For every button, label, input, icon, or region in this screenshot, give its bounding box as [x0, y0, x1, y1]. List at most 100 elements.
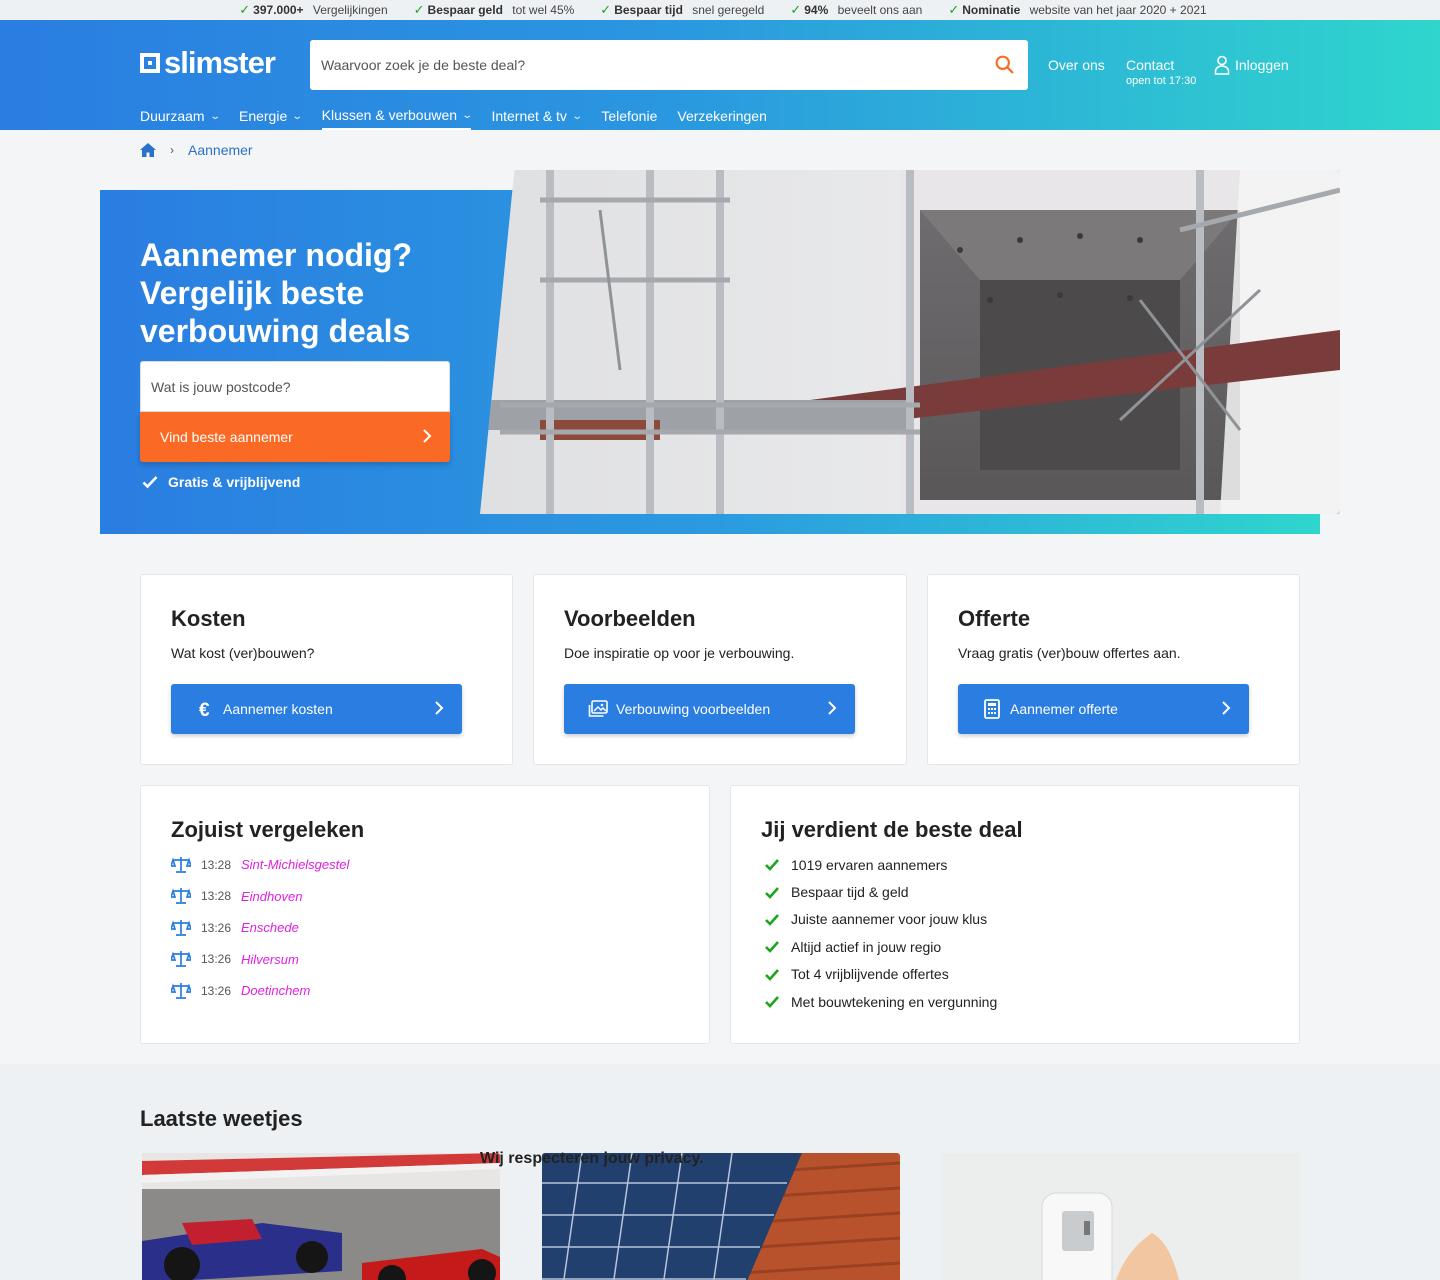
article-thumb-thermostat[interactable] [942, 1153, 1300, 1280]
card-title: Zojuist vergeleken [171, 817, 365, 842]
nav-label: Duurzaam [140, 108, 205, 124]
logo-icon [140, 53, 160, 73]
usp-bold: 397.000+ [253, 3, 304, 17]
usp-item: ✓ Bespaar geld tot wel 45% [414, 0, 575, 20]
usp-text: snel geregeld [692, 3, 765, 17]
scale-icon [171, 919, 191, 936]
list-item: Altijd actief in jouw regio [765, 933, 997, 960]
recent-comparisons-card: Zojuist vergeleken 13:28 Sint-Michielsge… [140, 785, 710, 1044]
logo-text: slimster [164, 45, 276, 80]
compare-city: Doetinchem [241, 983, 311, 999]
card-text: Wat kost (ver)bouwen? [171, 645, 315, 661]
nav-label: Verzekeringen [677, 108, 767, 124]
list-item: 13:28 Sint-Michielsgestel [171, 849, 349, 881]
button-label: Verbouwing voorbeelden [616, 701, 771, 717]
list-item: Tot 4 vrijblijvende offertes [765, 961, 997, 988]
check-icon: ✓ [790, 2, 802, 17]
benefit-list: 1019 ervaren aannemers Bespaar tijd & ge… [765, 851, 997, 1015]
search-icon[interactable] [994, 54, 1015, 75]
nav-energie[interactable]: Energie ⌄ [239, 98, 303, 130]
euro-icon: € [199, 700, 210, 719]
usp-bold: Nominatie [962, 3, 1021, 17]
nav-label: Internet & tv [491, 108, 567, 124]
cta-label: Vind beste aannemer [160, 429, 293, 445]
over-ons-link[interactable]: Over ons [1048, 57, 1105, 73]
best-deal-card: Jij verdient de beste deal 1019 ervaren … [730, 785, 1300, 1044]
site-header: slimster Over ons Contact open tot 17:30… [0, 20, 1440, 130]
check-icon [765, 941, 779, 954]
usp-text: beveelt ons aan [837, 3, 923, 17]
chevron-right-icon [435, 701, 444, 715]
postcode-input[interactable] [141, 362, 449, 411]
thermostat-image [942, 1153, 1300, 1280]
benefit-text: Bespaar tijd & geld [791, 884, 909, 901]
user-icon [1214, 55, 1230, 75]
chevron-down-icon: ⌄ [208, 110, 221, 122]
usp-bold: 94% [804, 3, 829, 17]
scale-icon [171, 982, 191, 999]
article-thumb-racing[interactable] [142, 1153, 500, 1280]
nav-internet[interactable]: Internet & tv ⌄ [491, 98, 584, 130]
check-icon [765, 859, 779, 872]
usp-bold: Bespaar geld [427, 3, 503, 17]
card-kosten: Kosten Wat kost (ver)bouwen? € Aannemer … [140, 574, 513, 765]
recent-list: 13:28 Sint-Michielsgestel 13:28 Eindhove… [171, 849, 349, 1007]
list-item: 1019 ervaren aannemers [765, 851, 997, 878]
usp-item: ✓ 397.000+ Vergelijkingen [239, 0, 387, 20]
quote-button[interactable]: Aannemer offerte [958, 684, 1249, 734]
list-item: 13:28 Eindhoven [171, 881, 349, 913]
find-contractor-button[interactable]: Vind beste aannemer [140, 412, 450, 462]
nav-duurzaam[interactable]: Duurzaam ⌄ [140, 98, 221, 130]
card-offerte: Offerte Vraag gratis (ver)bouw offertes … [927, 574, 1300, 765]
card-title: Jij verdient de beste deal [761, 817, 1023, 842]
card-text: Vraag gratis (ver)bouw offertes aan. [958, 645, 1181, 661]
main-nav: Duurzaam ⌄ Energie ⌄ Klussen & verbouwen ⌄ … [140, 98, 767, 130]
nav-klussen[interactable]: Klussen & verbouwen ⌄ [321, 98, 473, 130]
button-label: Aannemer kosten [223, 701, 333, 717]
nav-verzekeringen[interactable]: Verzekeringen [677, 98, 767, 130]
hero-title-line: verbouwing deals [140, 313, 411, 349]
latest-facts-section: Laatste weetjes Wij respecteren jouw pri… [0, 1064, 1440, 1280]
scaffolding-illustration [480, 170, 1340, 514]
search-input[interactable] [310, 57, 960, 73]
free-label: Gratis & vrijblijvend [168, 474, 301, 490]
scale-icon [171, 951, 191, 968]
card-title: Offerte [958, 606, 1031, 631]
chevron-right-icon [423, 429, 432, 443]
hero-image-scaffolding [480, 170, 1340, 514]
card-voorbeelden: Voorbeelden Doe inspiratie op voor je ve… [533, 574, 907, 765]
compare-city: Sint-Michielsgestel [241, 857, 350, 873]
card-title: Voorbeelden [564, 606, 696, 631]
chevron-down-icon: ⌄ [571, 110, 584, 122]
solar-panels-image [542, 1153, 900, 1280]
examples-button[interactable]: Verbouwing voorbeelden [564, 684, 855, 734]
compare-city: Eindhoven [241, 888, 303, 904]
hero-title: Aannemer nodig? Vergelijk beste verbouwi… [140, 236, 480, 350]
breadcrumb-current[interactable]: Aannemer [188, 142, 253, 158]
article-thumb-solar[interactable] [542, 1153, 900, 1280]
costs-button[interactable]: € Aannemer kosten [171, 684, 462, 734]
postcode-field-wrap [140, 361, 450, 412]
hero-title-line: Vergelijk beste [140, 275, 365, 311]
section-title: Laatste weetjes [140, 1106, 303, 1131]
benefit-text: Juiste aannemer voor jouw klus [791, 911, 988, 928]
login-link[interactable]: Inloggen [1214, 55, 1289, 75]
breadcrumb: › Aannemer [140, 142, 253, 158]
contact-label: Contact [1126, 57, 1175, 73]
list-item: Juiste aannemer voor jouw klus [765, 906, 997, 933]
contact-hours: open tot 17:30 [1126, 75, 1197, 87]
scale-icon [171, 888, 191, 905]
usp-item: ✓ Nominatie website van het jaar 2020 + 2… [948, 0, 1206, 20]
nav-telefonie[interactable]: Telefonie [601, 98, 657, 130]
home-icon[interactable] [140, 143, 156, 157]
svg-text:€: € [199, 700, 210, 719]
usp-text: website van het jaar 2020 + 2021 [1029, 3, 1207, 17]
check-icon: ✓ [413, 2, 425, 17]
login-label: Inloggen [1235, 57, 1289, 73]
check-icon [765, 886, 779, 899]
site-logo[interactable]: slimster [140, 45, 276, 80]
contact-link[interactable]: Contact open tot 17:30 [1126, 57, 1196, 87]
benefit-text: 1019 ervaren aannemers [791, 856, 948, 873]
list-item: Bespaar tijd & geld [765, 878, 997, 905]
free-badge: Gratis & vrijblijvend [142, 474, 300, 490]
